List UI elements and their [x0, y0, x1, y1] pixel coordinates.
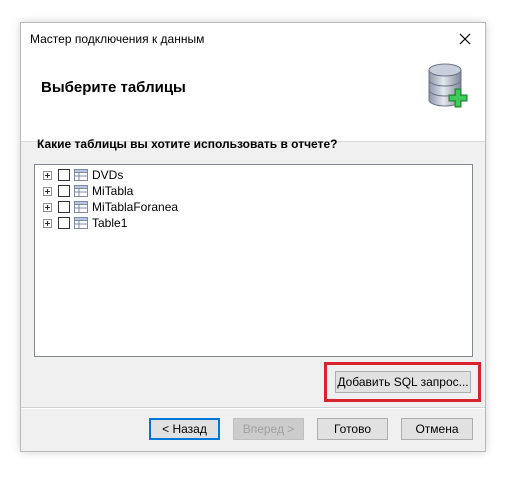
- expand-icon[interactable]: [43, 218, 52, 228]
- tables-question-label: Какие таблицы вы хотите использовать в о…: [37, 137, 338, 151]
- page-title: Выберите таблицы: [41, 79, 186, 96]
- footer-divider: [21, 407, 485, 409]
- wizard-window: Мастер подключения к данным Выберите таб…: [20, 22, 486, 452]
- expand-icon[interactable]: [43, 186, 52, 196]
- tables-tree[interactable]: DVDs MiTabla MiTablaForanea Table1: [34, 164, 473, 357]
- table-icon: [74, 169, 88, 181]
- tree-item-table1[interactable]: Table1: [43, 215, 127, 231]
- window-title: Мастер подключения к данным: [30, 32, 205, 46]
- tree-item-label: Table1: [92, 216, 128, 230]
- database-add-icon: [428, 63, 468, 108]
- tree-item-mitabla[interactable]: MiTabla: [43, 183, 133, 199]
- expand-icon[interactable]: [43, 202, 52, 212]
- title-bar: Мастер подключения к данным: [21, 23, 485, 55]
- table-checkbox[interactable]: [58, 169, 70, 181]
- tree-item-label: MiTablaForanea: [92, 200, 179, 214]
- cancel-button[interactable]: Отмена: [401, 418, 473, 440]
- table-icon: [74, 217, 88, 229]
- table-checkbox[interactable]: [58, 217, 70, 229]
- add-sql-query-button[interactable]: Добавить SQL запрос...: [335, 371, 471, 393]
- next-button[interactable]: Вперед >: [233, 418, 304, 440]
- table-checkbox[interactable]: [58, 185, 70, 197]
- close-icon: [459, 33, 471, 45]
- tree-item-label: MiTabla: [92, 184, 134, 198]
- tree-item-label: DVDs: [92, 168, 124, 182]
- tree-item-dvds[interactable]: DVDs: [43, 167, 123, 183]
- close-button[interactable]: [445, 23, 485, 55]
- table-icon: [74, 185, 88, 197]
- back-button[interactable]: < Назад: [149, 418, 220, 440]
- tree-item-mitablaforanea[interactable]: MiTablaForanea: [43, 199, 178, 215]
- table-checkbox[interactable]: [58, 201, 70, 213]
- expand-icon[interactable]: [43, 170, 52, 180]
- wizard-header: Выберите таблицы: [21, 55, 485, 142]
- table-icon: [74, 201, 88, 213]
- finish-button[interactable]: Готово: [317, 418, 388, 440]
